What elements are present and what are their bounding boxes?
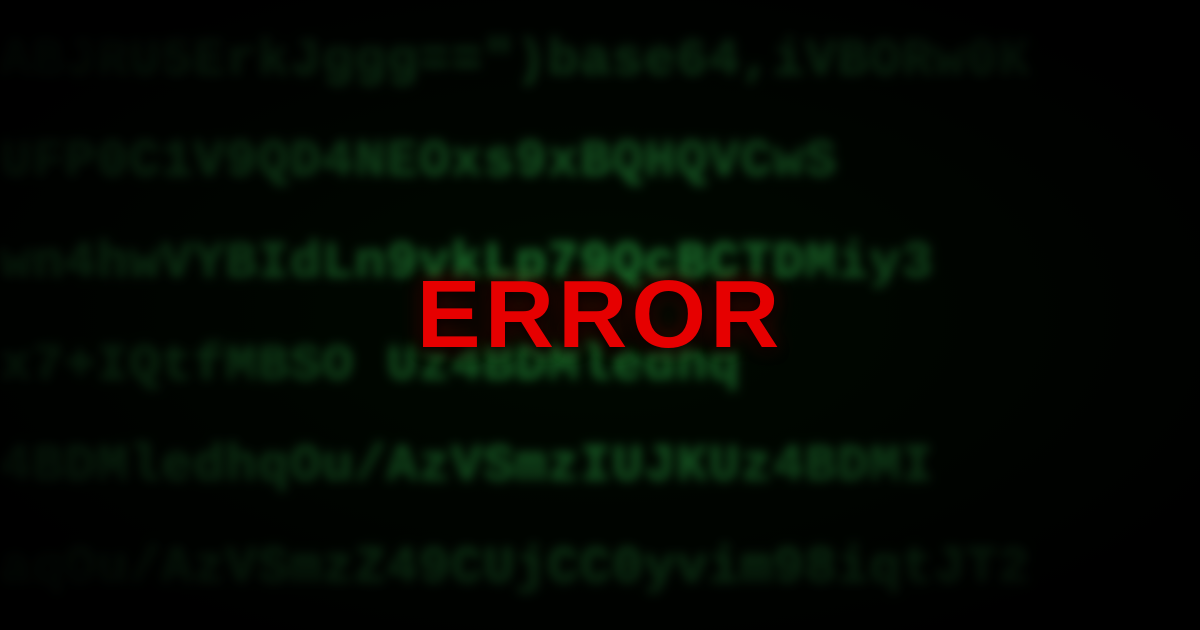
- code-line: ABJRU5ErkJggg==")base64,iVBORw0K: [0, 22, 1200, 100]
- error-label: ERROR: [417, 260, 784, 370]
- code-line: aqOu/AzVSmzZ49CUjCC0yvim98iqtJT2: [0, 530, 1200, 608]
- code-line: UFP0C1V9QD4NEOxs9xBQHQVCwS: [0, 123, 1200, 201]
- code-line: 4BDMledhqOu/AzVSmzIUJKUz4BDMI: [0, 428, 1200, 506]
